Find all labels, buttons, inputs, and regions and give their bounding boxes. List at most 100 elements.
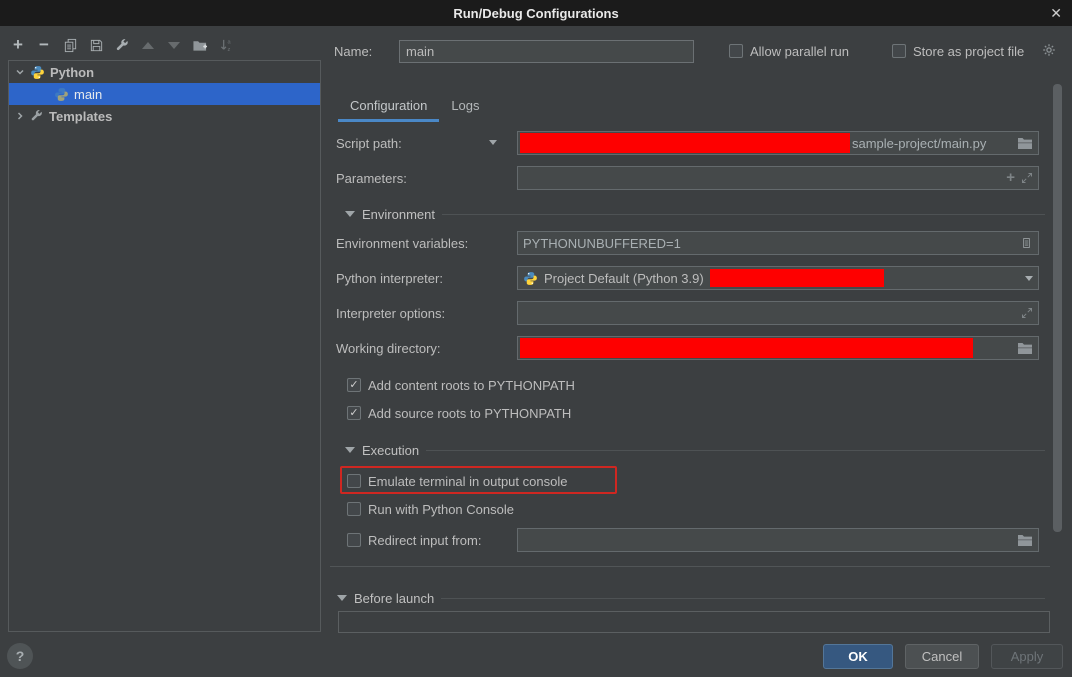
name-input[interactable] bbox=[399, 40, 694, 63]
checkbox-box[interactable] bbox=[347, 533, 361, 547]
chevron-down-icon[interactable] bbox=[489, 140, 497, 145]
section-divider bbox=[426, 450, 1045, 451]
tree-item-main-selected[interactable]: main bbox=[9, 83, 320, 105]
allow-parallel-run-checkbox[interactable]: Allow parallel run bbox=[729, 43, 849, 59]
section-label: Before launch bbox=[354, 591, 434, 606]
collapse-icon[interactable] bbox=[345, 211, 355, 217]
script-path-label: Script path: bbox=[336, 136, 402, 151]
run-debug-configurations-dialog: Run/Debug Configurations ✕ + − bbox=[0, 0, 1072, 677]
copy-configuration-icon[interactable] bbox=[62, 37, 78, 53]
help-button[interactable]: ? bbox=[7, 643, 33, 669]
checkbox-box[interactable] bbox=[347, 378, 361, 392]
cancel-button[interactable]: Cancel bbox=[905, 644, 979, 669]
section-environment[interactable]: Environment bbox=[345, 206, 1045, 222]
script-path-value: sample-project/main.py bbox=[852, 136, 986, 151]
interpreter-options-label: Interpreter options: bbox=[336, 306, 445, 321]
checkbox-label: Emulate terminal in output console bbox=[368, 474, 567, 489]
tab-configuration[interactable]: Configuration bbox=[338, 92, 439, 122]
chevron-right-icon[interactable] bbox=[15, 111, 25, 121]
parameters-label: Parameters: bbox=[336, 171, 407, 186]
checkbox-box[interactable] bbox=[892, 44, 906, 58]
add-content-roots-checkbox[interactable]: Add content roots to PYTHONPATH bbox=[347, 377, 575, 393]
checkbox-label: Add source roots to PYTHONPATH bbox=[368, 406, 571, 421]
run-with-python-console-checkbox[interactable]: Run with Python Console bbox=[347, 501, 514, 517]
environment-variables-field[interactable]: PYTHONUNBUFFERED=1 bbox=[517, 231, 1039, 255]
ok-button[interactable]: OK bbox=[823, 644, 893, 669]
edit-templates-icon[interactable] bbox=[114, 37, 130, 53]
python-interpreter-label: Python interpreter: bbox=[336, 271, 443, 286]
expand-field-icon[interactable] bbox=[1021, 307, 1033, 319]
tab-label: Configuration bbox=[350, 98, 427, 113]
section-execution[interactable]: Execution bbox=[345, 442, 1045, 458]
add-configuration-button[interactable]: + bbox=[10, 37, 26, 53]
collapse-icon[interactable] bbox=[345, 447, 355, 453]
tab-bar: Configuration Logs bbox=[338, 92, 492, 122]
tree-item-python-group[interactable]: Python bbox=[9, 61, 320, 83]
section-label: Environment bbox=[362, 207, 435, 222]
checkbox-box[interactable] bbox=[347, 502, 361, 516]
script-path-field[interactable]: sample-project/main.py bbox=[517, 131, 1039, 155]
move-up-icon[interactable] bbox=[140, 37, 156, 53]
section-before-launch[interactable]: Before launch bbox=[337, 590, 1045, 606]
remove-configuration-button[interactable]: − bbox=[36, 37, 52, 53]
add-source-roots-checkbox[interactable]: Add source roots to PYTHONPATH bbox=[347, 405, 571, 421]
svg-text:z: z bbox=[227, 47, 230, 53]
vertical-scrollbar[interactable] bbox=[1053, 84, 1062, 532]
move-down-icon[interactable] bbox=[166, 37, 182, 53]
checkbox-label: Allow parallel run bbox=[750, 44, 849, 59]
section-label: Execution bbox=[362, 443, 419, 458]
interpreter-options-field[interactable] bbox=[517, 301, 1039, 325]
parameters-field[interactable]: + bbox=[517, 166, 1039, 190]
redaction-block bbox=[710, 269, 884, 287]
checkbox-box[interactable] bbox=[347, 406, 361, 420]
tree-item-templates[interactable]: Templates bbox=[9, 105, 320, 127]
close-icon[interactable]: ✕ bbox=[1050, 4, 1062, 22]
title-bar: Run/Debug Configurations ✕ bbox=[0, 0, 1072, 26]
checkbox-box[interactable] bbox=[347, 474, 361, 488]
configurations-tree: Python main Templates bbox=[8, 60, 321, 632]
section-divider bbox=[441, 598, 1045, 599]
combobox-arrow-icon[interactable] bbox=[1025, 276, 1033, 281]
expand-field-icon[interactable] bbox=[1021, 172, 1033, 184]
python-interpreter-combobox[interactable]: Project Default (Python 3.9) bbox=[517, 266, 1039, 290]
browse-folder-icon[interactable] bbox=[1017, 136, 1033, 150]
collapse-icon[interactable] bbox=[337, 595, 347, 601]
before-launch-list[interactable] bbox=[338, 611, 1050, 633]
browse-folder-icon[interactable] bbox=[1017, 533, 1033, 547]
checkbox-box[interactable] bbox=[729, 44, 743, 58]
chevron-down-icon[interactable] bbox=[15, 67, 25, 77]
new-folder-icon[interactable] bbox=[192, 37, 208, 53]
environment-variables-label: Environment variables: bbox=[336, 236, 468, 251]
configurations-toolbar: + − bbox=[10, 34, 234, 56]
apply-button[interactable]: Apply bbox=[991, 644, 1063, 669]
checkbox-label: Run with Python Console bbox=[368, 502, 514, 517]
checkbox-label: Redirect input from: bbox=[368, 533, 481, 548]
edit-variables-icon[interactable] bbox=[1020, 236, 1033, 250]
python-icon bbox=[30, 65, 45, 80]
working-directory-label: Working directory: bbox=[336, 341, 441, 356]
save-configuration-icon[interactable] bbox=[88, 37, 104, 53]
sort-configurations-icon[interactable]: a z bbox=[218, 37, 234, 53]
tree-item-label: Python bbox=[50, 65, 94, 80]
store-as-project-file-checkbox[interactable]: Store as project file bbox=[892, 43, 1024, 59]
working-directory-field[interactable] bbox=[517, 336, 1039, 360]
section-divider bbox=[442, 214, 1045, 215]
tab-logs[interactable]: Logs bbox=[439, 92, 491, 122]
gear-icon[interactable] bbox=[1042, 43, 1056, 57]
tree-item-label: Templates bbox=[49, 109, 112, 124]
redirect-input-field[interactable] bbox=[517, 528, 1039, 552]
svg-text:a: a bbox=[227, 39, 231, 45]
browse-folder-icon[interactable] bbox=[1017, 341, 1033, 355]
emulate-terminal-checkbox[interactable]: Emulate terminal in output console bbox=[347, 473, 567, 489]
dialog-title: Run/Debug Configurations bbox=[453, 6, 618, 21]
wrench-icon bbox=[30, 109, 44, 123]
environment-variables-value: PYTHONUNBUFFERED=1 bbox=[523, 236, 681, 251]
redirect-input-checkbox[interactable]: Redirect input from: bbox=[347, 532, 481, 548]
redaction-block bbox=[520, 133, 850, 153]
python-icon bbox=[523, 271, 538, 286]
checkbox-label: Add content roots to PYTHONPATH bbox=[368, 378, 575, 393]
add-macro-icon[interactable]: + bbox=[1006, 171, 1015, 185]
content-separator bbox=[330, 566, 1050, 567]
redaction-block bbox=[520, 338, 973, 358]
python-icon bbox=[54, 87, 69, 102]
